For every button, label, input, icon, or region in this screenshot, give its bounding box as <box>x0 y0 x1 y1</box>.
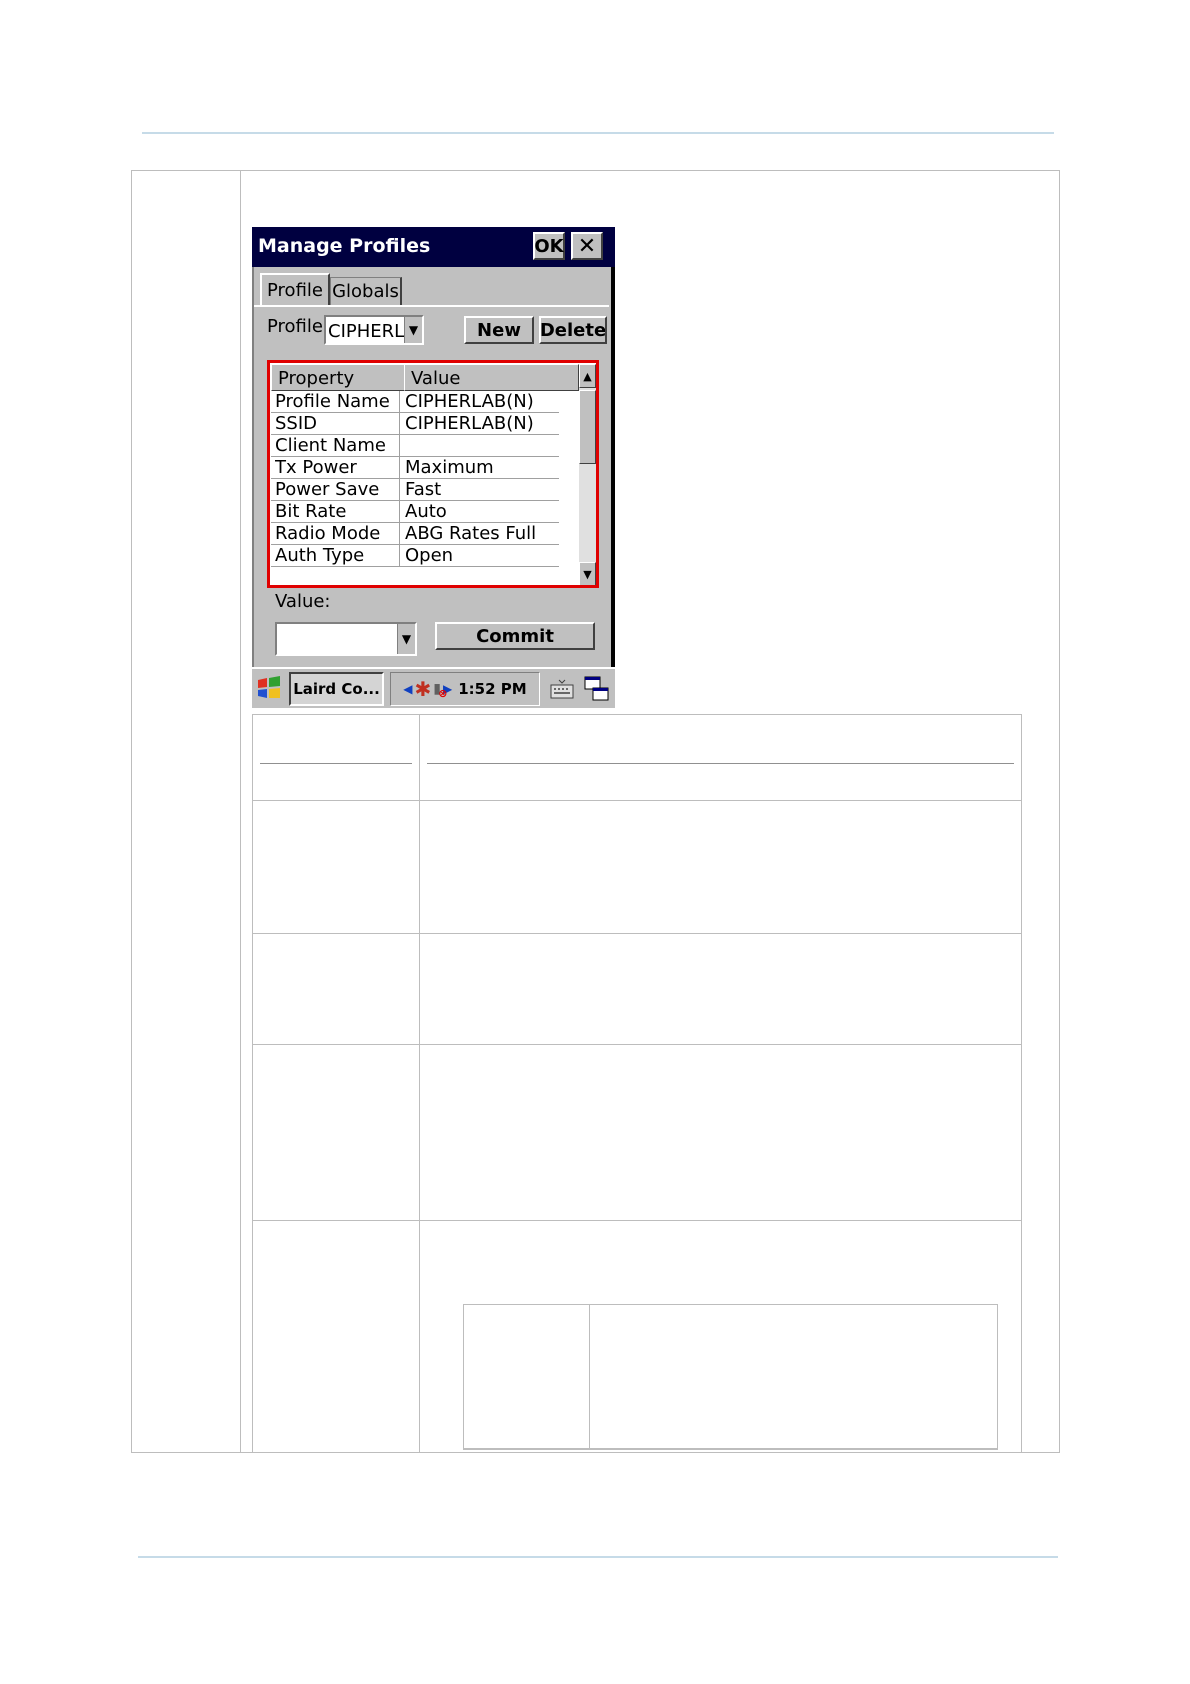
chevron-down-icon[interactable]: ▼ <box>404 317 422 343</box>
grid-header-property[interactable]: Property <box>271 364 405 391</box>
property-grid: Property Value Profile Name CIPHERLAB(N) … <box>267 360 599 588</box>
scroll-up-arrow-icon[interactable]: ▲ <box>579 364 596 388</box>
tab-globals[interactable]: Globals <box>330 277 402 305</box>
network-icon[interactable]: ✱ <box>415 677 432 701</box>
table-row-divider <box>252 933 1022 934</box>
signal-disconnected-icon[interactable]: ▮ ⊗ <box>433 681 447 700</box>
profile-label: Profile <box>267 316 323 337</box>
tab-baseline <box>254 305 609 307</box>
windows-flag-icon <box>258 676 280 698</box>
table-row[interactable]: Profile Name CIPHERLAB(N) <box>271 391 559 413</box>
table-row[interactable]: Bit Rate Auto <box>271 501 559 523</box>
windows-switch-icon[interactable] <box>582 672 612 706</box>
value-select[interactable]: ▼ <box>275 622 417 656</box>
system-tray: ◀ ✱ ▮ ⊗ ▶ 1:52 PM <box>390 672 540 706</box>
table-row[interactable]: Radio Mode ABG Rates Full <box>271 523 559 545</box>
dialog-title: Manage Profiles <box>258 235 431 257</box>
taskbar: Laird Co... ◀ ✱ ▮ ⊗ ▶ 1:52 PM <box>252 667 615 708</box>
clock[interactable]: 1:52 PM <box>458 680 526 698</box>
close-button[interactable]: ✕ <box>571 232 603 260</box>
table-header-underline <box>427 763 1014 764</box>
dialog-frame-right <box>611 267 615 701</box>
scroll-thumb[interactable] <box>579 390 596 464</box>
delete-profile-button[interactable]: Delete <box>539 316 607 344</box>
table-column-divider <box>419 714 420 1453</box>
close-icon: ✕ <box>577 233 597 259</box>
value-label: Value: <box>275 591 331 612</box>
grid-header-value[interactable]: Value <box>404 364 579 391</box>
start-button[interactable] <box>255 674 283 702</box>
device-screenshot: Manage Profiles OK ✕ Profile Globals Pro… <box>252 227 615 708</box>
tab-profile[interactable]: Profile <box>260 273 330 305</box>
table-row[interactable]: Power Save Fast <box>271 479 559 501</box>
table-row[interactable]: SSID CIPHERLAB(N) <box>271 413 559 435</box>
table-row[interactable]: Tx Power Maximum <box>271 457 559 479</box>
nested-table <box>463 1304 998 1450</box>
table-row-divider <box>252 1220 1022 1221</box>
grid-scrollbar[interactable]: ▲ ▼ <box>579 364 596 585</box>
table-row[interactable]: Auth Type Open <box>271 545 559 567</box>
keyboard-icon[interactable] <box>548 672 576 706</box>
commit-button[interactable]: Commit <box>435 622 595 650</box>
footer-rule <box>138 1556 1058 1558</box>
scroll-down-arrow-icon[interactable]: ▼ <box>579 562 596 585</box>
dialog-titlebar: Manage Profiles OK ✕ <box>252 227 615 267</box>
profile-select[interactable]: CIPHERLAB( ▼ <box>324 315 424 345</box>
ok-button[interactable]: OK <box>533 232 565 260</box>
table-row-divider <box>252 1044 1022 1045</box>
content-frame-divider <box>240 170 241 1453</box>
new-profile-button[interactable]: New <box>464 316 534 344</box>
taskbar-app-button[interactable]: Laird Co... <box>289 672 384 706</box>
dialog-frame-left <box>252 267 254 701</box>
table-header-underline <box>260 763 412 764</box>
chevron-down-icon[interactable]: ▼ <box>397 624 415 654</box>
table-row-divider <box>252 800 1022 801</box>
tray-left-arrow-icon[interactable]: ◀ <box>403 682 412 696</box>
nested-table-divider <box>589 1304 590 1450</box>
header-rule <box>142 132 1054 134</box>
table-row[interactable]: Client Name <box>271 435 559 457</box>
